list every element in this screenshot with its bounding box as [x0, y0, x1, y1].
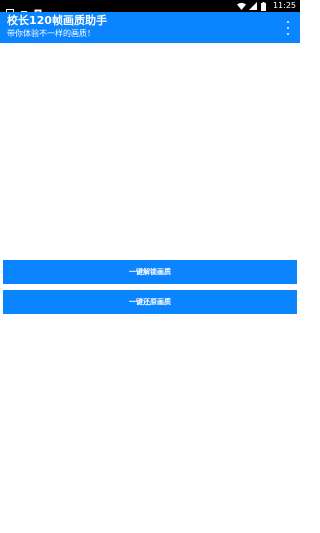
status-left-icons — [6, 2, 42, 17]
menu-dot — [287, 33, 289, 35]
status-right-icons: 11:25 — [236, 1, 296, 11]
signal-icon — [248, 2, 257, 10]
image-icon — [6, 2, 14, 17]
restore-quality-button[interactable]: 一键还原画质 — [3, 290, 297, 314]
menu-dot — [287, 27, 289, 29]
clock: 11:25 — [272, 1, 296, 10]
battery-icon — [260, 2, 269, 11]
app-title: 校长120帧画质助手 — [7, 14, 107, 27]
app-bar: 校长120帧画质助手 带你体验不一样的画质！ — [0, 12, 300, 43]
app-notification-icon — [34, 2, 42, 17]
app-subtitle: 带你体验不一样的画质！ — [7, 29, 95, 38]
wifi-icon — [236, 2, 246, 10]
overflow-menu-icon[interactable] — [285, 21, 291, 35]
unlock-quality-button[interactable]: 一键解锁画质 — [3, 260, 297, 284]
menu-dot — [287, 21, 289, 23]
game-controller-icon — [20, 2, 28, 16]
status-bar: 11:25 — [0, 0, 300, 17]
